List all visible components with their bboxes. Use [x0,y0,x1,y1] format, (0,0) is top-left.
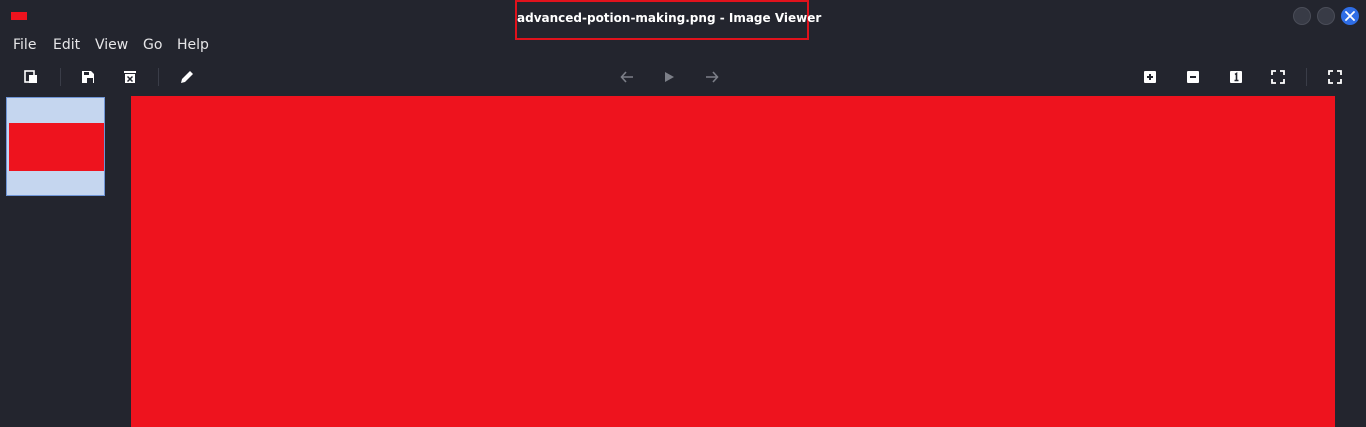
slideshow-button[interactable] [659,67,679,87]
zoom-in-button[interactable] [1140,67,1160,87]
close-button[interactable] [1341,7,1359,25]
fullscreen-button[interactable] [1325,67,1345,87]
menu-edit[interactable]: Edit [53,32,80,58]
save-icon [82,71,94,83]
thumbnail-item[interactable] [6,97,105,196]
previous-button[interactable] [617,67,637,87]
delete-button[interactable] [120,67,140,87]
next-button[interactable] [702,67,722,87]
delete-icon [124,71,136,83]
fit-button[interactable] [1268,67,1288,87]
app-icon [11,12,27,20]
play-icon [665,72,674,82]
menu-go[interactable]: Go [143,32,162,58]
minimize-button[interactable] [1293,7,1311,25]
toolbar-separator [158,68,159,86]
actual-size-button[interactable] [1226,67,1246,87]
window-title: advanced-potion-making.png - Image Viewe… [517,11,822,25]
zoom-in-icon [1144,71,1156,83]
edit-icon [181,71,193,83]
menu-bar: File Edit View Go Help [0,32,1366,58]
fit-icon [1271,70,1285,84]
zoom-out-icon [1187,71,1199,83]
maximize-button[interactable] [1317,7,1335,25]
title-bar: advanced-potion-making.png - Image Viewe… [0,0,1366,40]
open-icon [24,70,37,83]
save-button[interactable] [78,67,98,87]
zoom-out-button[interactable] [1183,67,1203,87]
actual-size-icon [1230,71,1242,83]
open-button[interactable] [21,67,41,87]
menu-file[interactable]: File [13,32,36,58]
forward-arrow-icon [706,71,719,83]
toolbar [0,62,1366,92]
edit-button[interactable] [177,67,197,87]
toolbar-separator [60,68,61,86]
image-view[interactable] [131,96,1335,427]
toolbar-separator [1306,68,1307,86]
menu-help[interactable]: Help [177,32,209,58]
fullscreen-icon [1328,70,1342,84]
close-icon [1345,11,1355,21]
back-arrow-icon [620,71,633,83]
menu-view[interactable]: View [95,32,128,58]
thumbnail-image [9,123,104,171]
